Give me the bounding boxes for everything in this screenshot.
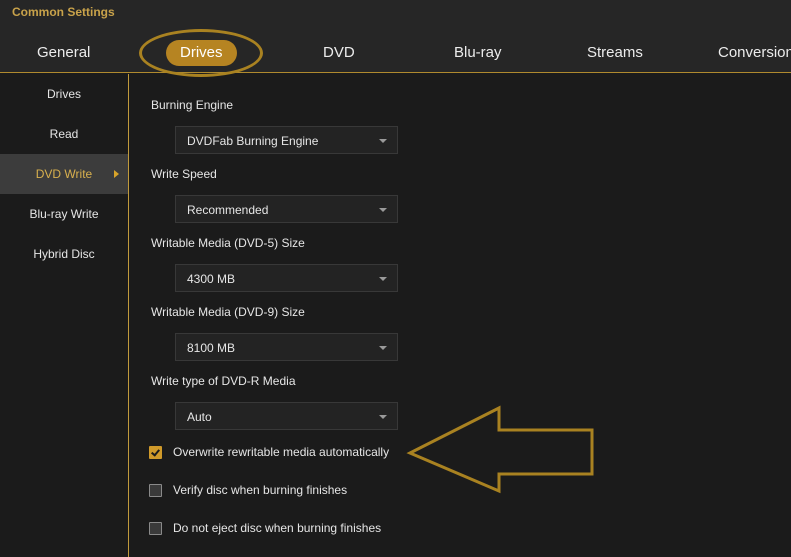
tab-general[interactable]: General bbox=[37, 44, 90, 61]
chevron-down-icon bbox=[379, 415, 387, 419]
verify-disc-label: Verify disc when burning finishes bbox=[173, 483, 348, 497]
chevron-down-icon bbox=[379, 139, 387, 143]
dvd5-size-select[interactable]: 4300 MB bbox=[175, 264, 398, 292]
dvdr-write-type-select[interactable]: Auto bbox=[175, 402, 398, 430]
tab-dvd[interactable]: DVD bbox=[323, 44, 355, 61]
sidebar-item-drives[interactable]: Drives bbox=[0, 74, 128, 114]
no-eject-checkbox[interactable] bbox=[149, 522, 162, 535]
overwrite-rewritable-label: Overwrite rewritable media automatically bbox=[173, 445, 390, 459]
checkmark-icon bbox=[151, 447, 160, 457]
burning-engine-value: DVDFab Burning Engine bbox=[187, 134, 319, 148]
dvd9-size-value: 8100 MB bbox=[187, 341, 236, 355]
sidebar-item-label: Hybrid Disc bbox=[33, 247, 95, 261]
tab-bar: General Drives DVD Blu-ray Streams Conve… bbox=[0, 24, 791, 73]
tab-streams[interactable]: Streams bbox=[587, 44, 643, 61]
window-title: Common Settings bbox=[12, 5, 115, 19]
chevron-down-icon bbox=[379, 208, 387, 212]
arrow-left-annotation bbox=[406, 405, 594, 494]
overwrite-rewritable-checkbox[interactable] bbox=[149, 446, 162, 459]
sidebar: Drives Read DVD Write Blu-ray Write Hybr… bbox=[0, 74, 129, 557]
verify-disc-checkbox[interactable] bbox=[149, 484, 162, 497]
sidebar-item-label: Blu-ray Write bbox=[29, 207, 99, 221]
no-eject-label: Do not eject disc when burning finishes bbox=[173, 521, 382, 535]
chevron-down-icon bbox=[379, 277, 387, 281]
sidebar-item-label: DVD Write bbox=[35, 167, 93, 181]
sidebar-item-blu-ray-write[interactable]: Blu-ray Write bbox=[0, 194, 128, 234]
tab-conversion[interactable]: Conversion bbox=[718, 44, 791, 61]
write-speed-label: Write Speed bbox=[151, 167, 217, 181]
tab-blu-ray[interactable]: Blu-ray bbox=[454, 44, 502, 61]
write-speed-value: Recommended bbox=[187, 203, 269, 217]
dvd5-size-value: 4300 MB bbox=[187, 272, 236, 286]
burning-engine-label: Burning Engine bbox=[151, 98, 234, 112]
sidebar-item-read[interactable]: Read bbox=[0, 114, 128, 154]
sidebar-item-hybrid-disc[interactable]: Hybrid Disc bbox=[0, 234, 128, 274]
title-bar: Common Settings bbox=[0, 0, 791, 24]
tab-drives[interactable]: Drives bbox=[166, 40, 237, 66]
dvd5-size-label: Writable Media (DVD-5) Size bbox=[151, 236, 305, 250]
dvdr-write-type-value: Auto bbox=[187, 410, 212, 424]
write-speed-select[interactable]: Recommended bbox=[175, 195, 398, 223]
caret-right-icon bbox=[114, 170, 119, 178]
sidebar-item-label: Drives bbox=[46, 87, 81, 101]
chevron-down-icon bbox=[379, 346, 387, 350]
dvdr-write-type-label: Write type of DVD-R Media bbox=[151, 374, 296, 388]
dvd9-size-label: Writable Media (DVD-9) Size bbox=[151, 305, 305, 319]
dvd9-size-select[interactable]: 8100 MB bbox=[175, 333, 398, 361]
burning-engine-select[interactable]: DVDFab Burning Engine bbox=[175, 126, 398, 154]
sidebar-item-dvd-write[interactable]: DVD Write bbox=[0, 154, 128, 194]
sidebar-item-label: Read bbox=[49, 127, 79, 141]
